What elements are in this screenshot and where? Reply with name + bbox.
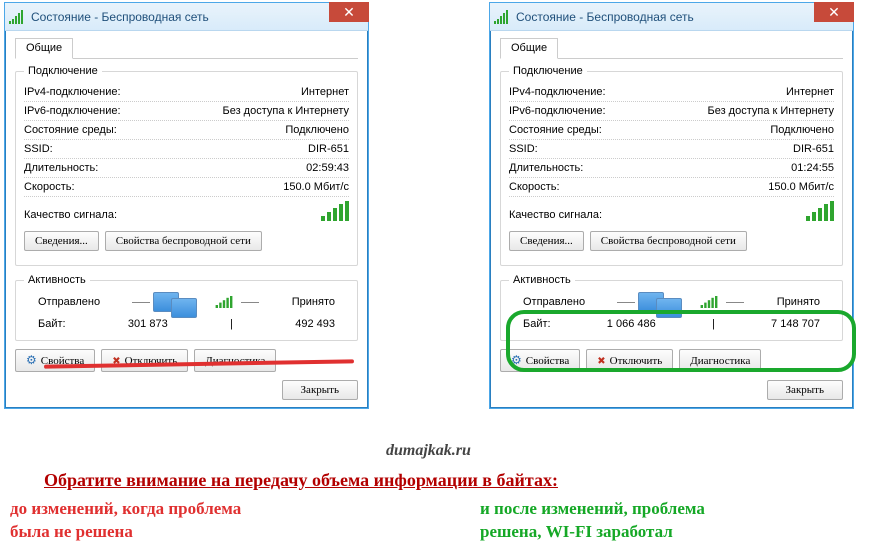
quality-label: Качество сигнала: (24, 209, 117, 221)
close-window-button[interactable]: Закрыть (767, 380, 843, 400)
ssid-value: DIR-651 (308, 143, 349, 155)
ipv6-label: IPv6-подключение: (509, 105, 606, 117)
close-icon: ✕ (828, 4, 840, 21)
ipv4-value: Интернет (786, 86, 834, 98)
green-circle-annotation (506, 310, 856, 372)
ipv6-value: Без доступа к Интернету (707, 105, 834, 117)
activity-legend: Активность (24, 274, 90, 286)
bytes-sent: 301 873 (128, 318, 168, 330)
disconnect-button[interactable]: Отключить (101, 349, 188, 372)
duration-label: Длительность: (509, 162, 583, 174)
status-window-left: Состояние - Беспроводная сеть ✕ Общие По… (4, 2, 369, 409)
connection-legend: Подключение (24, 65, 102, 77)
computers-icon (153, 292, 207, 312)
connection-group: Подключение IPv4-подключение: Интернет IP… (500, 65, 843, 266)
ipv4-label: IPv4-подключение: (509, 86, 606, 98)
close-button[interactable]: ✕ (814, 2, 854, 22)
media-label: Состояние среды: (24, 124, 117, 136)
ipv4-value: Интернет (301, 86, 349, 98)
signal-icon (494, 10, 510, 24)
signal-bars-icon (321, 201, 349, 221)
details-button[interactable]: Сведения... (509, 231, 584, 251)
tabs: Общие (500, 37, 843, 59)
media-value: Подключено (770, 124, 834, 136)
titlebar[interactable]: Состояние - Беспроводная сеть ✕ (490, 3, 853, 31)
gear-icon (26, 353, 37, 368)
ssid-value: DIR-651 (793, 143, 834, 155)
titlebar[interactable]: Состояние - Беспроводная сеть ✕ (5, 3, 368, 31)
signal-bars-icon (806, 201, 834, 221)
connection-group: Подключение IPv4-подключение: Интернет IP… (15, 65, 358, 266)
caption-right: и после изменений, проблемарешена, WI-FI… (480, 498, 705, 544)
watermark: dumajkak.ru (386, 442, 471, 460)
window-title: Состояние - Беспроводная сеть (31, 10, 209, 24)
ipv6-label: IPv6-подключение: (24, 105, 121, 117)
duration-value: 02:59:43 (306, 162, 349, 174)
details-button[interactable]: Сведения... (24, 231, 99, 251)
close-button[interactable]: ✕ (329, 2, 369, 22)
activity-legend: Активность (509, 274, 575, 286)
recv-label: Принято (777, 296, 820, 308)
speed-label: Скорость: (24, 181, 75, 193)
caption-heading: Обратите внимание на передачу объема инф… (44, 470, 844, 491)
media-value: Подключено (285, 124, 349, 136)
recv-label: Принято (292, 296, 335, 308)
bytes-label: Байт: (38, 318, 66, 330)
speed-value: 150.0 Мбит/с (283, 181, 349, 193)
wireless-props-button[interactable]: Свойства беспроводной сети (105, 231, 262, 251)
sent-label: Отправлено (38, 296, 100, 308)
speed-label: Скорость: (509, 181, 560, 193)
speed-value: 150.0 Мбит/с (768, 181, 834, 193)
wireless-props-button[interactable]: Свойства беспроводной сети (590, 231, 747, 251)
ipv4-label: IPv4-подключение: (24, 86, 121, 98)
media-label: Состояние среды: (509, 124, 602, 136)
window-title: Состояние - Беспроводная сеть (516, 10, 694, 24)
connection-legend: Подключение (509, 65, 587, 77)
properties-button[interactable]: Свойства (15, 349, 95, 372)
duration-label: Длительность: (24, 162, 98, 174)
bytes-recv: 492 493 (295, 318, 335, 330)
ipv6-value: Без доступа к Интернету (222, 105, 349, 117)
tab-general[interactable]: Общие (500, 38, 558, 59)
caption-left: до изменений, когда проблемабыла не реше… (10, 498, 241, 544)
quality-label: Качество сигнала: (509, 209, 602, 221)
signal-bars-icon (701, 296, 718, 308)
tabs: Общие (15, 37, 358, 59)
ssid-label: SSID: (509, 143, 538, 155)
sent-label: Отправлено (523, 296, 585, 308)
computers-icon (638, 292, 692, 312)
close-icon: ✕ (343, 4, 355, 21)
tab-general[interactable]: Общие (15, 38, 73, 59)
activity-group: Активность Отправлено Принято Байт: 301 … (15, 274, 358, 341)
signal-icon (9, 10, 25, 24)
duration-value: 01:24:55 (791, 162, 834, 174)
signal-bars-icon (216, 296, 233, 308)
ssid-label: SSID: (24, 143, 53, 155)
close-window-button[interactable]: Закрыть (282, 380, 358, 400)
